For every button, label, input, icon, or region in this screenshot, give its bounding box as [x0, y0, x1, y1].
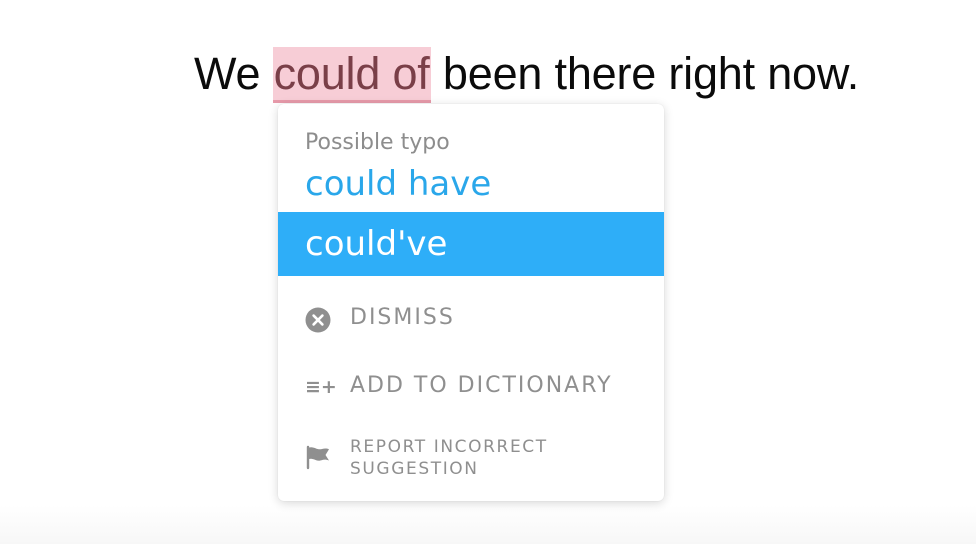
dismiss-button[interactable]: DISMISS: [278, 300, 664, 340]
add-to-dictionary-label: ADD TO DICTIONARY: [350, 373, 613, 398]
dismiss-label: DISMISS: [350, 305, 455, 330]
sentence-after: been there right now.: [430, 48, 860, 99]
suggestion-couldve[interactable]: could've: [278, 212, 664, 276]
possible-typo-label: Possible typo: [305, 130, 450, 155]
editor-canvas: We could of been there right now. Possib…: [0, 0, 976, 544]
suggestion-popup: Possible typo could have could've DISMIS…: [278, 104, 664, 501]
flag-icon: [305, 444, 331, 470]
close-circle-icon: [305, 307, 331, 333]
document-sentence: We could of been there right now.: [194, 46, 860, 103]
report-incorrect-suggestion-label: REPORT INCORRECT SUGGESTION: [350, 437, 548, 479]
report-incorrect-suggestion-button[interactable]: REPORT INCORRECT SUGGESTION: [278, 434, 664, 482]
flagged-phrase[interactable]: could of: [272, 47, 431, 103]
add-to-dictionary-button[interactable]: ≡+ ADD TO DICTIONARY: [278, 368, 664, 408]
add-list-icon: ≡+: [305, 376, 337, 398]
suggestion-could-have[interactable]: could have: [278, 162, 664, 206]
sentence-before: We: [194, 48, 273, 99]
